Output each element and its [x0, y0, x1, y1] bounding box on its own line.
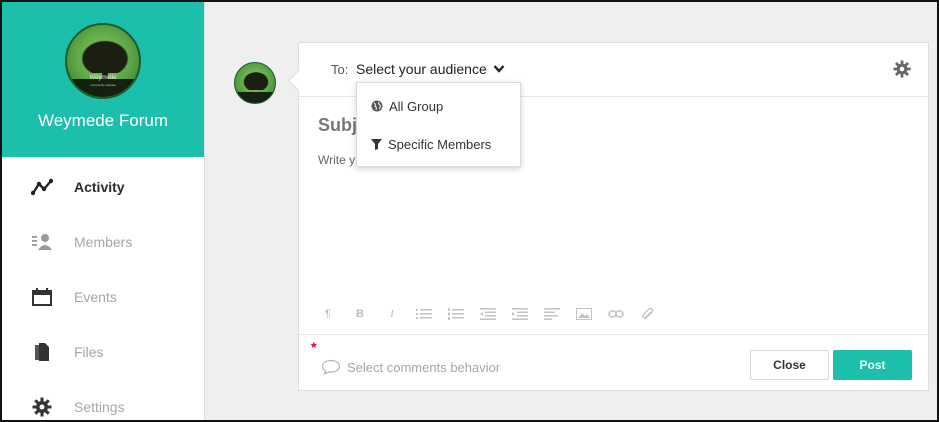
- italic-icon[interactable]: I: [381, 305, 403, 323]
- bullet-list-icon[interactable]: [413, 305, 435, 323]
- sidebar-item-settings[interactable]: Settings: [2, 379, 204, 420]
- sidebar-item-label: Members: [74, 233, 133, 250]
- sidebar-item-label: Files: [74, 343, 104, 360]
- post-button[interactable]: Post: [833, 350, 912, 380]
- audience-select[interactable]: Select your audience: [356, 61, 505, 77]
- sidebar-item-label: Events: [74, 288, 117, 305]
- image-icon[interactable]: [573, 305, 595, 323]
- audience-option-specific-members[interactable]: Specific Members: [357, 126, 520, 162]
- logo-text: Weymede: [89, 75, 117, 81]
- sidebar-item-label: Settings: [74, 398, 125, 415]
- outdent-icon[interactable]: [477, 305, 499, 323]
- sidebar-item-members[interactable]: Members: [2, 214, 204, 269]
- comments-behavior-select[interactable]: Select comments behavior: [321, 359, 500, 375]
- avatar: [234, 62, 276, 104]
- body-field[interactable]: Write y: [318, 153, 355, 167]
- filter-icon: [371, 138, 382, 150]
- globe-icon: [371, 100, 383, 112]
- sidebar-item-events[interactable]: Events: [2, 269, 204, 324]
- sidebar-item-activity[interactable]: Activity: [2, 159, 204, 214]
- members-icon: [31, 231, 53, 253]
- to-label: To:: [331, 62, 349, 77]
- sidebar-item-label: Activity: [74, 178, 125, 195]
- audience-dropdown: All Group Specific Members: [356, 82, 521, 167]
- sidebar: Weymede community website Weymede Forum …: [2, 2, 205, 420]
- attach-icon[interactable]: [637, 305, 659, 323]
- composer-settings-gear-icon[interactable]: [893, 60, 913, 80]
- editor-toolbar: ¶ B I: [317, 305, 669, 323]
- paragraph-icon[interactable]: ¶: [317, 305, 339, 323]
- app-frame: Weymede community website Weymede Forum …: [0, 0, 939, 422]
- composer-footer: * Select comments behavior Close Post: [299, 334, 928, 391]
- logo-subtext: community website: [90, 83, 116, 87]
- indent-icon[interactable]: [509, 305, 531, 323]
- bold-icon[interactable]: B: [349, 305, 371, 323]
- group-name: Weymede Forum: [37, 111, 169, 130]
- numbered-list-icon[interactable]: [445, 305, 467, 323]
- group-logo[interactable]: Weymede community website: [65, 23, 141, 99]
- speech-bubble-icon: [321, 359, 341, 375]
- required-asterisk: *: [311, 339, 317, 355]
- subject-field[interactable]: Subj: [318, 115, 357, 136]
- align-left-icon[interactable]: [541, 305, 563, 323]
- audience-select-label: Select your audience: [356, 61, 487, 77]
- activity-icon: [31, 176, 53, 198]
- option-label: Specific Members: [388, 136, 492, 152]
- gear-icon: [31, 396, 53, 418]
- close-button[interactable]: Close: [750, 350, 829, 380]
- calendar-icon: [31, 286, 53, 308]
- link-icon[interactable]: [605, 305, 627, 323]
- option-label: All Group: [389, 98, 444, 114]
- audience-option-all-group[interactable]: All Group: [357, 88, 520, 124]
- comments-behavior-placeholder: Select comments behavior: [347, 359, 501, 375]
- sidebar-item-files[interactable]: Files: [2, 324, 204, 379]
- brand-header: Weymede community website Weymede Forum: [2, 2, 204, 157]
- files-icon: [31, 341, 53, 363]
- chevron-down-icon: [493, 65, 505, 73]
